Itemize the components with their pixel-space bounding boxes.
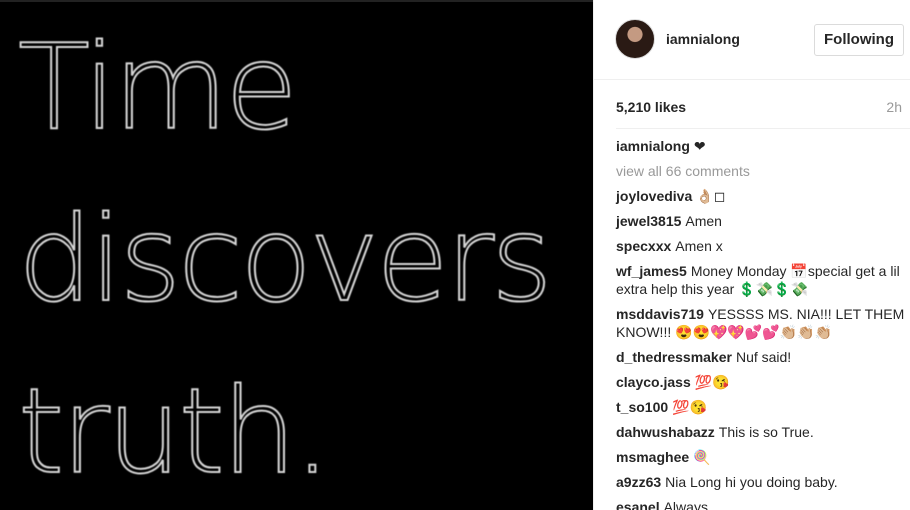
caption-text: ❤ bbox=[693, 138, 706, 154]
avatar[interactable] bbox=[615, 19, 655, 59]
view-all-comments-link[interactable]: view all 66 comments bbox=[616, 162, 906, 180]
comment-item: wf_james5 Money Monday 📅special get a lil… bbox=[616, 262, 906, 298]
comment-username[interactable]: jewel3815 bbox=[616, 213, 681, 229]
following-button[interactable]: Following bbox=[814, 24, 904, 56]
image-text-line-2: discovers bbox=[17, 190, 554, 328]
image-text-line-3: truth. bbox=[17, 362, 332, 500]
post-time: 2h bbox=[886, 99, 902, 115]
comment-username[interactable]: d_thedressmaker bbox=[616, 349, 732, 365]
comment-item: joylovediva 👌🏼◻ bbox=[616, 187, 906, 205]
comment-item: msmaghee 🍭 bbox=[616, 448, 906, 466]
post-side-panel: iamnialong Following 5,210 likes 2h iamn… bbox=[593, 0, 910, 510]
comment-text: 🍭 bbox=[693, 449, 711, 465]
comment-text: Nia Long hi you doing baby. bbox=[665, 474, 838, 490]
comment-text: 💯😘 bbox=[694, 374, 730, 390]
comment-item: msddavis719 YESSSS MS. NIA!!! LET THEM KN… bbox=[616, 305, 906, 341]
comment-text: Always bbox=[663, 499, 708, 510]
comment-item: d_thedressmaker Nuf said! bbox=[616, 348, 906, 366]
comment-text: 👌🏼◻ bbox=[696, 188, 726, 204]
comment-username[interactable]: msddavis719 bbox=[616, 306, 704, 322]
comment-item: clayco.jass 💯😘 bbox=[616, 373, 906, 391]
comment-text: Nuf said! bbox=[735, 349, 792, 365]
likes-count[interactable]: 5,210 likes bbox=[616, 99, 686, 115]
caption: iamnialong ❤ bbox=[616, 137, 906, 155]
comment-text: Amen bbox=[685, 213, 722, 229]
comment-item: jewel3815 Amen bbox=[616, 212, 906, 230]
post-username[interactable]: iamnialong bbox=[666, 31, 740, 47]
comment-username[interactable]: dahwushabazz bbox=[616, 424, 715, 440]
comment-text: 💯😘 bbox=[672, 399, 708, 415]
comments-list: iamnialong ❤ view all 66 comments joylove… bbox=[616, 137, 906, 510]
comment-item: specxxx Amen x bbox=[616, 237, 906, 255]
comment-text: Amen x bbox=[675, 238, 723, 254]
comment-username[interactable]: esanel bbox=[616, 499, 660, 510]
comment-username[interactable]: specxxx bbox=[616, 238, 671, 254]
comment-item: t_so100 💯😘 bbox=[616, 398, 906, 416]
comment-username[interactable]: joylovediva bbox=[616, 188, 692, 204]
comment-username[interactable]: wf_james5 bbox=[616, 263, 687, 279]
image-top-edge bbox=[0, 0, 593, 2]
comment-item: esanel Always bbox=[616, 498, 906, 510]
caption-username[interactable]: iamnialong bbox=[616, 138, 690, 154]
comment-username[interactable]: a9zz63 bbox=[616, 474, 661, 490]
image-text-line-1: Time bbox=[17, 18, 299, 156]
post-image[interactable]: Time discovers truth. bbox=[0, 0, 593, 510]
comment-text: This is so True. bbox=[718, 424, 814, 440]
comment-username[interactable]: clayco.jass bbox=[616, 374, 691, 390]
comment-username[interactable]: t_so100 bbox=[616, 399, 668, 415]
post-header: iamnialong Following bbox=[594, 0, 910, 80]
divider bbox=[616, 128, 910, 129]
comment-item: a9zz63 Nia Long hi you doing baby. bbox=[616, 473, 906, 491]
comment-username[interactable]: msmaghee bbox=[616, 449, 689, 465]
comment-item: dahwushabazz This is so True. bbox=[616, 423, 906, 441]
